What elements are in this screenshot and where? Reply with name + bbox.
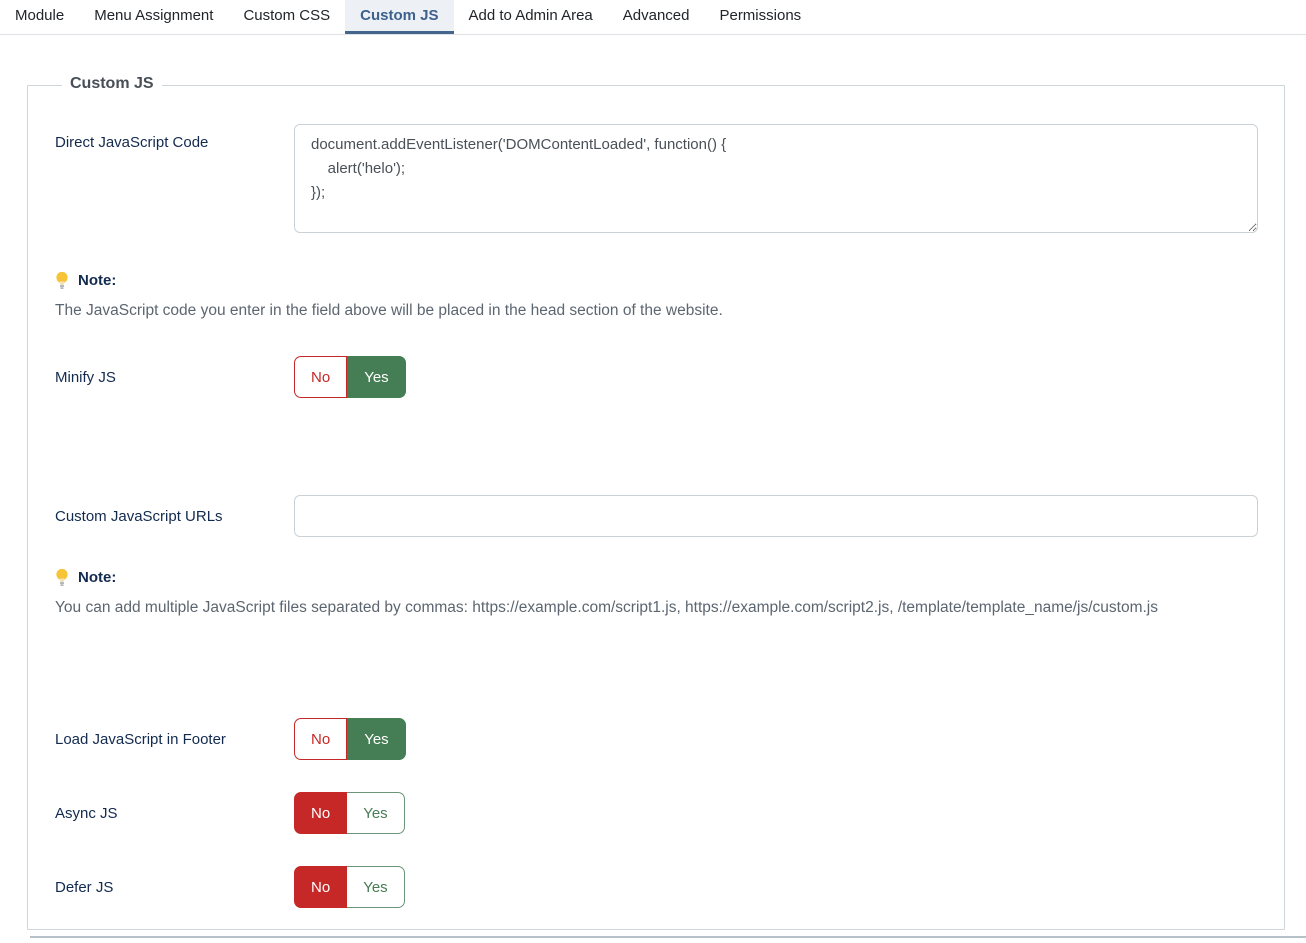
defer-js-no-button[interactable]: No xyxy=(294,866,347,908)
custom-urls-input[interactable] xyxy=(294,495,1258,537)
tab-module[interactable]: Module xyxy=(0,0,79,34)
minify-js-row: Minify JS No Yes xyxy=(55,356,1258,398)
tab-menu-assignment[interactable]: Menu Assignment xyxy=(79,0,228,34)
tab-advanced[interactable]: Advanced xyxy=(608,0,705,34)
minify-js-no-button[interactable]: No xyxy=(294,356,347,398)
custom-urls-row: Custom JavaScript URLs xyxy=(55,495,1258,537)
custom-js-fieldset: Custom JS Direct JavaScript Code documen… xyxy=(27,85,1285,930)
note-title: Note: xyxy=(78,569,116,586)
minify-js-yes-button[interactable]: Yes xyxy=(347,356,405,398)
note-multiple-files: Note: You can add multiple JavaScript fi… xyxy=(55,568,1258,617)
footer-js-row: Load JavaScript in Footer No Yes xyxy=(55,718,1258,760)
defer-js-row: Defer JS No Yes xyxy=(55,866,1258,908)
settings-tabbar: Module Menu Assignment Custom CSS Custom… xyxy=(0,0,1306,35)
lightbulb-icon xyxy=(55,271,69,290)
footer-js-yes-button[interactable]: Yes xyxy=(347,718,405,760)
minify-js-label: Minify JS xyxy=(55,369,294,386)
defer-js-label: Defer JS xyxy=(55,879,294,896)
tab-permissions[interactable]: Permissions xyxy=(704,0,816,34)
direct-js-textarea[interactable]: document.addEventListener('DOMContentLoa… xyxy=(294,124,1258,233)
custom-urls-label: Custom JavaScript URLs xyxy=(55,508,294,525)
note-head-section: Note: The JavaScript code you enter in t… xyxy=(55,271,1258,320)
footer-js-label: Load JavaScript in Footer xyxy=(55,731,294,748)
fieldset-legend: Custom JS xyxy=(62,75,162,93)
footer-js-no-button[interactable]: No xyxy=(294,718,347,760)
async-js-yes-button[interactable]: Yes xyxy=(347,792,404,834)
defer-js-yes-button[interactable]: Yes xyxy=(347,866,404,908)
async-js-row: Async JS No Yes xyxy=(55,792,1258,834)
note-text: You can add multiple JavaScript files se… xyxy=(55,599,1258,617)
direct-js-label: Direct JavaScript Code xyxy=(55,124,294,151)
note-title: Note: xyxy=(78,272,116,289)
minify-js-toggle: No Yes xyxy=(294,356,406,398)
footer-js-toggle: No Yes xyxy=(294,718,406,760)
note-text: The JavaScript code you enter in the fie… xyxy=(55,302,1258,320)
bottom-divider xyxy=(30,936,1306,938)
tab-custom-css[interactable]: Custom CSS xyxy=(228,0,345,34)
direct-js-row: Direct JavaScript Code document.addEvent… xyxy=(55,124,1258,238)
async-js-label: Async JS xyxy=(55,805,294,822)
lightbulb-icon xyxy=(55,568,69,587)
async-js-no-button[interactable]: No xyxy=(294,792,347,834)
defer-js-toggle: No Yes xyxy=(294,866,405,908)
tab-add-to-admin-area[interactable]: Add to Admin Area xyxy=(454,0,608,34)
async-js-toggle: No Yes xyxy=(294,792,405,834)
tab-custom-js[interactable]: Custom JS xyxy=(345,0,453,34)
